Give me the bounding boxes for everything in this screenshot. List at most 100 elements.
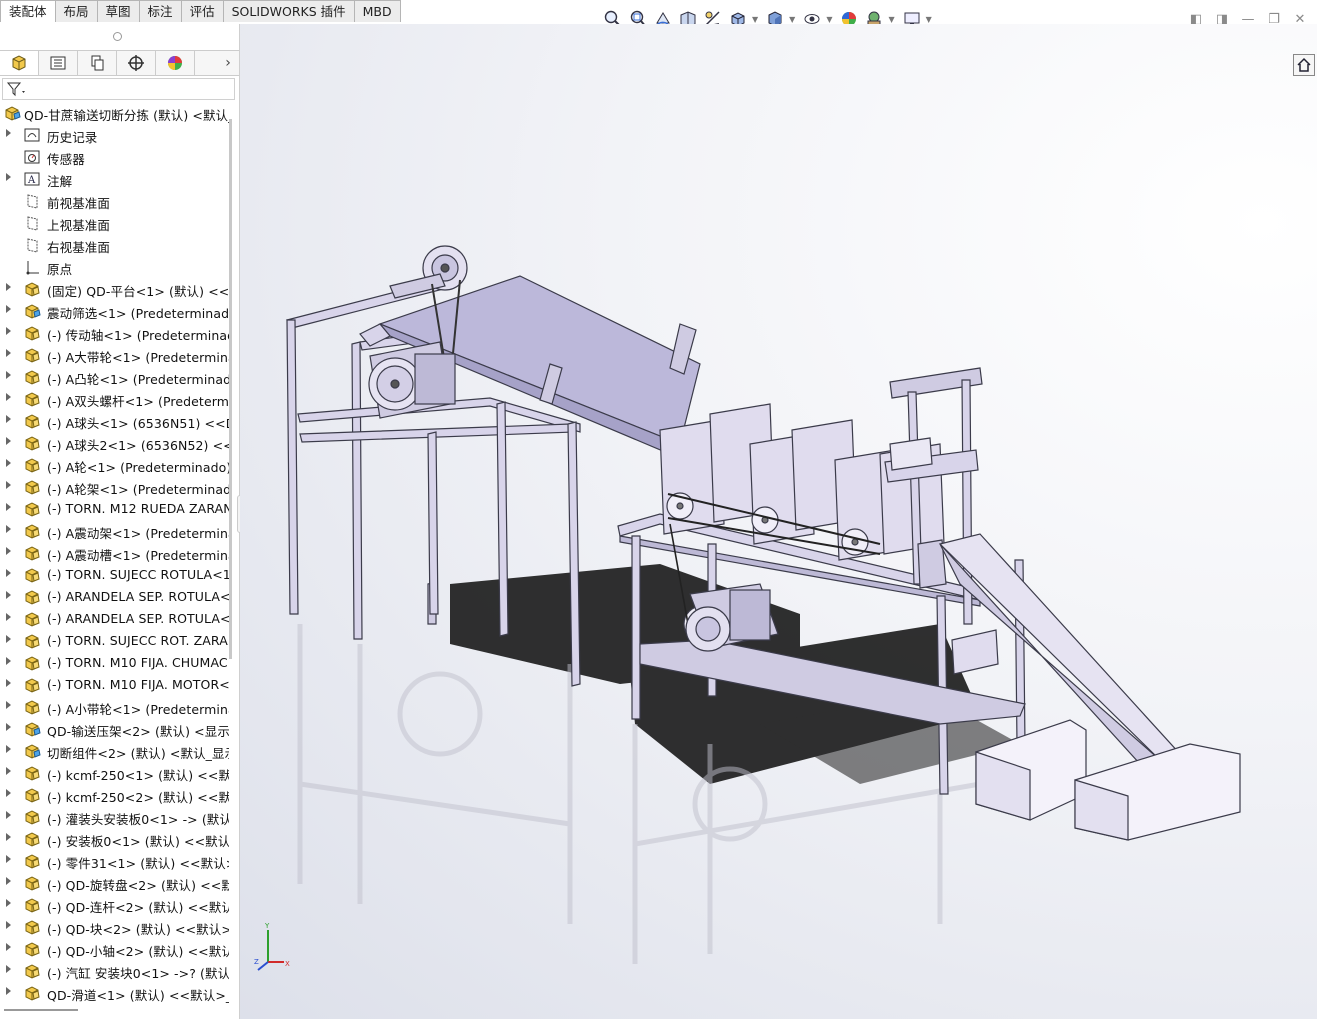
tree-item[interactable]: (-) A球头2<1> (6536N52) <<D (0, 432, 229, 454)
tree-item[interactable]: (-) QD-旋转盘<2> (默认) <<默 (0, 872, 229, 894)
chevron-right-icon[interactable] (6, 767, 11, 775)
chevron-right-icon[interactable] (6, 415, 11, 423)
tab-4[interactable]: 评估 (180, 0, 224, 22)
chevron-down-icon[interactable]: ▼ (752, 15, 758, 24)
chevron-down-icon[interactable]: ▼ (826, 15, 832, 24)
tree-horizontal-scrollbar[interactable] (4, 1009, 78, 1011)
chevron-right-icon[interactable] (6, 965, 11, 973)
chevron-right-icon[interactable] (6, 503, 11, 511)
tree-item[interactable]: (-) 安装板0<1> (默认) <<默认> (0, 828, 229, 850)
tab-2[interactable]: 草图 (96, 0, 140, 22)
chevron-right-icon[interactable] (6, 679, 11, 687)
chevron-right-icon[interactable] (6, 877, 11, 885)
tree-item[interactable]: 历史记录 (0, 124, 229, 146)
chevron-right-icon[interactable] (6, 327, 11, 335)
tree-item[interactable]: (-) A大带轮<1> (Predetermina (0, 344, 229, 366)
chevron-down-icon[interactable]: ▼ (789, 15, 795, 24)
chevron-right-icon[interactable] (6, 789, 11, 797)
chevron-right-icon[interactable] (6, 833, 11, 841)
chevron-right-icon[interactable] (6, 437, 11, 445)
tree-item[interactable]: (-) TORN. M10 FIJA. MOTOR< (0, 674, 229, 696)
tree-item[interactable]: (-) TORN. M10 FIJA. CHUMAC (0, 652, 229, 674)
tab-3[interactable]: 标注 (138, 0, 182, 22)
chevron-right-icon[interactable] (6, 855, 11, 863)
tree-item[interactable]: (-) 汽缸 安装块0<1> ->? (默认) (0, 960, 229, 982)
tree-item[interactable]: (-) 零件31<1> (默认) <<默认>_ (0, 850, 229, 872)
tree-item[interactable]: (-) QD-连杆<2> (默认) <<默认 (0, 894, 229, 916)
tree-item[interactable]: 右视基准面 (0, 234, 229, 256)
panel-grip-icon[interactable] (113, 32, 122, 41)
chevron-right-icon[interactable] (6, 459, 11, 467)
chevron-right-icon[interactable] (6, 591, 11, 599)
tree-item[interactable]: (-) A小带轮<1> (Predetermina (0, 696, 229, 718)
tree-item[interactable]: (-) A轮<1> (Predeterminado) (0, 454, 229, 476)
chevron-right-icon[interactable]: › (217, 51, 239, 75)
chevron-right-icon[interactable] (6, 371, 11, 379)
chevron-right-icon[interactable] (6, 173, 11, 181)
tree-root[interactable]: QD-甘蔗输送切断分拣 (默认) <默认_ (0, 102, 229, 124)
tab-1[interactable]: 布局 (54, 0, 98, 22)
tab-0[interactable]: 装配体 (0, 0, 56, 22)
featuremanager-icon[interactable] (0, 51, 39, 75)
tree-item[interactable]: (-) QD-小轴<2> (默认) <<默认 (0, 938, 229, 960)
configurationmanager-icon[interactable] (78, 51, 117, 75)
tree-item[interactable]: (-) TORN. M12 RUEDA ZARAN (0, 498, 229, 520)
tree-scrollbar[interactable] (229, 119, 232, 659)
chevron-right-icon[interactable] (6, 723, 11, 731)
chevron-right-icon[interactable] (6, 547, 11, 555)
chevron-right-icon[interactable] (6, 635, 11, 643)
tree-item[interactable]: (-) A震动架<1> (Predetermina (0, 520, 229, 542)
tree-item[interactable]: (-) kcmf-250<2> (默认) <<默认 (0, 784, 229, 806)
chevron-right-icon[interactable] (6, 481, 11, 489)
tree-item[interactable]: QD-输送压架<2> (默认) <显示状 (0, 718, 229, 740)
tree-item[interactable]: (-) A凸轮<1> (Predeterminado (0, 366, 229, 388)
tree-item[interactable]: (-) A双头螺杆<1> (Predetermin (0, 388, 229, 410)
dimxpert-icon[interactable] (117, 51, 156, 75)
tab-6[interactable]: MBD (353, 0, 401, 22)
graphics-viewport[interactable]: Y X Z (240, 24, 1317, 1019)
tree-item[interactable]: QD-滑道<1> (默认) <<默认>_显 (0, 982, 229, 1004)
home-view-icon[interactable] (1293, 54, 1315, 76)
tree-item[interactable]: 上视基准面 (0, 212, 229, 234)
tree-item[interactable]: 传感器 (0, 146, 229, 168)
tree-item[interactable]: (-) A轮架<1> (Predeterminado (0, 476, 229, 498)
tree-filter[interactable] (2, 78, 235, 100)
chevron-right-icon[interactable] (6, 349, 11, 357)
tree-item[interactable]: (-) TORN. SUJECC ROTULA<1: (0, 564, 229, 586)
chevron-right-icon[interactable] (6, 987, 11, 995)
chevron-right-icon[interactable] (6, 613, 11, 621)
tab-5[interactable]: SOLIDWORKS 插件 (222, 0, 355, 22)
chevron-right-icon[interactable] (6, 921, 11, 929)
chevron-right-icon[interactable] (6, 745, 11, 753)
tree-item[interactable]: (-) 灌装头安装板0<1> -> (默认) (0, 806, 229, 828)
chevron-right-icon[interactable] (6, 283, 11, 291)
chevron-right-icon[interactable] (6, 701, 11, 709)
tree-item[interactable]: (-) ARANDELA SEP. ROTULA<2 (0, 608, 229, 630)
tree-item[interactable]: (-) 传动轴<1> (Predeterminado (0, 322, 229, 344)
tree-item[interactable]: (-) A球头<1> (6536N51) <<De (0, 410, 229, 432)
tree-item[interactable]: (固定) QD-平台<1> (默认) <<默 (0, 278, 229, 300)
propertymanager-icon[interactable] (39, 51, 78, 75)
tree-item[interactable]: (-) QD-块<2> (默认) <<默认>_ (0, 916, 229, 938)
tree-item[interactable]: 震动筛选<1> (Predeterminado (0, 300, 229, 322)
chevron-right-icon[interactable] (6, 811, 11, 819)
chevron-down-icon[interactable]: ▼ (888, 15, 894, 24)
tree-item[interactable]: 前视基准面 (0, 190, 229, 212)
chevron-right-icon[interactable] (6, 525, 11, 533)
tree-item[interactable]: (-) A震动槽<1> (Predetermina (0, 542, 229, 564)
chevron-down-icon[interactable]: ▼ (926, 15, 932, 24)
chevron-right-icon[interactable] (6, 305, 11, 313)
chevron-right-icon[interactable] (6, 129, 11, 137)
tree-item[interactable]: (-) ARANDELA SEP. ROTULA<1 (0, 586, 229, 608)
chevron-right-icon[interactable] (6, 899, 11, 907)
tree-item[interactable]: 切断组件<2> (默认) <默认_显示 (0, 740, 229, 762)
tree-item[interactable]: A 注解 (0, 168, 229, 190)
chevron-right-icon[interactable] (6, 943, 11, 951)
tree-item[interactable]: (-) kcmf-250<1> (默认) <<默认 (0, 762, 229, 784)
chevron-right-icon[interactable] (6, 657, 11, 665)
chevron-right-icon[interactable] (6, 393, 11, 401)
tree-item[interactable]: 原点 (0, 256, 229, 278)
chevron-right-icon[interactable] (6, 569, 11, 577)
displaymanager-icon[interactable] (156, 51, 195, 75)
tree-item[interactable]: (-) TORN. SUJECC ROT. ZARAI (0, 630, 229, 652)
